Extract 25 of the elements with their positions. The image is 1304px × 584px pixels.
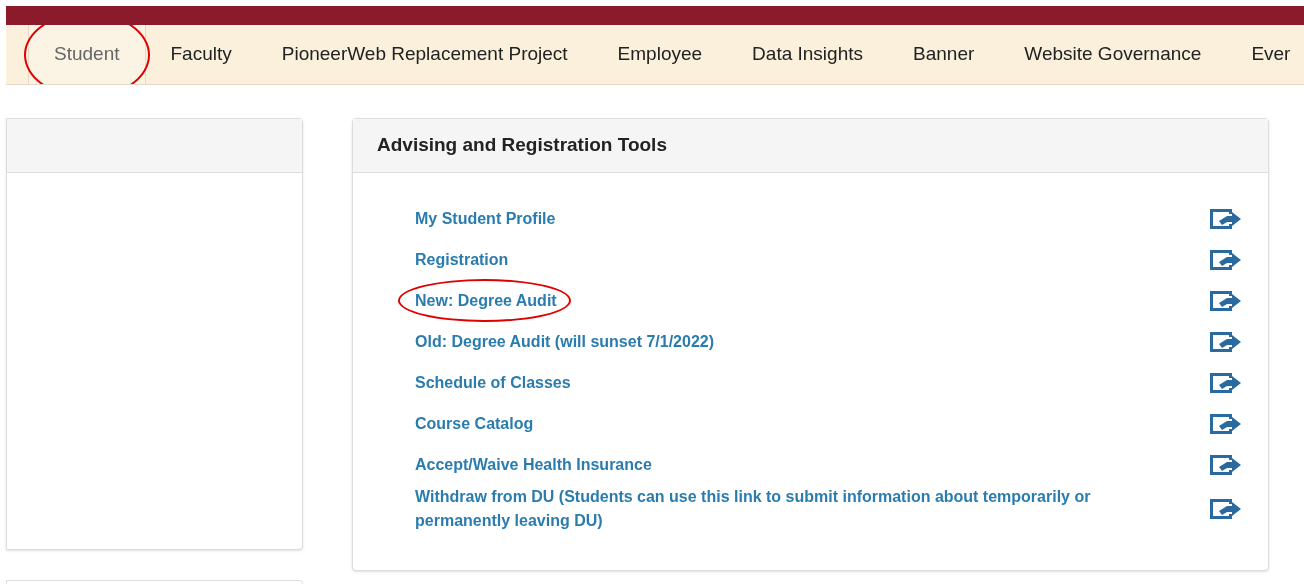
tool-link[interactable]: Accept/Waive Health Insurance <box>415 452 652 477</box>
nav-tab[interactable]: Student <box>28 25 146 84</box>
tool-link[interactable]: Schedule of Classes <box>415 370 571 395</box>
nav-tab[interactable]: Website Governance <box>999 25 1227 84</box>
external-link-icon <box>1208 452 1242 477</box>
tool-link[interactable]: New: Degree Audit <box>415 288 557 313</box>
external-link-icon <box>1208 247 1242 272</box>
nav-tab[interactable]: Employee <box>592 25 728 84</box>
external-link-icon <box>1208 497 1242 521</box>
nav-tab[interactable]: Ever <box>1226 25 1304 84</box>
tool-link[interactable]: Course Catalog <box>415 411 534 436</box>
external-link-icon <box>1208 288 1242 313</box>
tool-link[interactable]: My Student Profile <box>415 206 556 231</box>
tool-link[interactable]: Withdraw from DU (Students can use this link to submit information about temporarily or permanently leaving DU) <box>415 485 1135 533</box>
panel-title: Advising and Registration Tools <box>377 133 667 158</box>
external-link-icon <box>1208 329 1242 354</box>
nav-tab[interactable]: Faculty <box>145 25 257 84</box>
external-link-icon <box>1208 411 1242 436</box>
nav-tab[interactable]: Data Insights <box>727 25 888 84</box>
tool-link[interactable]: Registration <box>415 247 509 272</box>
tool-link[interactable]: Old: Degree Audit (will sunset 7/1/2022) <box>415 329 715 354</box>
nav-tab[interactable]: Banner <box>888 25 1000 84</box>
external-link-icon <box>1208 206 1242 231</box>
nav-tab[interactable]: PioneerWeb Replacement Project <box>256 25 593 84</box>
external-link-icon <box>1208 370 1242 395</box>
